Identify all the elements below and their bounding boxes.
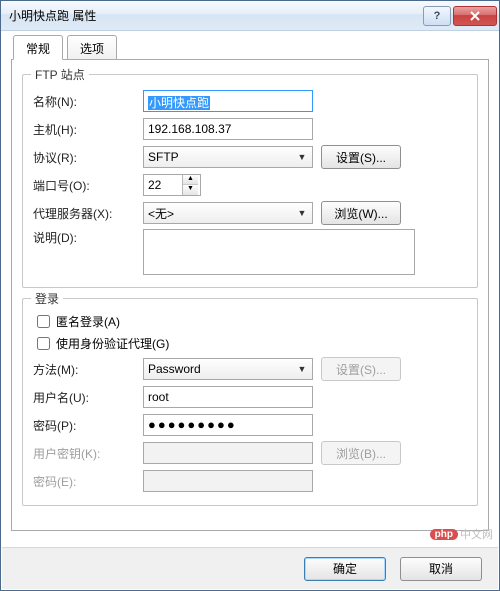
protocol-select[interactable]: SFTP ▼ bbox=[143, 146, 313, 168]
port-input[interactable] bbox=[144, 175, 182, 195]
protocol-label: 协议(R): bbox=[33, 149, 143, 166]
passphrase-label: 密码(E): bbox=[33, 473, 143, 490]
host-input[interactable] bbox=[143, 118, 313, 140]
chevron-down-icon: ▼ bbox=[294, 364, 310, 374]
tab-options[interactable]: 选项 bbox=[67, 35, 117, 60]
username-label: 用户名(U): bbox=[33, 389, 143, 406]
tabbar: 常规 选项 bbox=[11, 35, 489, 60]
ftp-site-group: FTP 站点 名称(N): 小明快点跑 主机(H): bbox=[22, 74, 478, 288]
login-legend: 登录 bbox=[31, 290, 63, 307]
proxy-label: 代理服务器(X): bbox=[33, 205, 143, 222]
password-input[interactable]: ●●●●●●●●● bbox=[143, 414, 313, 436]
proxy-select[interactable]: <无> ▼ bbox=[143, 202, 313, 224]
method-value: Password bbox=[148, 362, 201, 376]
login-group: 登录 匿名登录(A) 使用身份验证代理(G) 方法(M): Password ▼ bbox=[22, 298, 478, 506]
port-label: 端口号(O): bbox=[33, 177, 143, 194]
properties-window: 小明快点跑 属性 ? 常规 选项 FTP 站点 名称(N): 小明快点跑 bbox=[0, 0, 500, 591]
name-label: 名称(N): bbox=[33, 93, 143, 110]
passphrase-input bbox=[143, 470, 313, 492]
authproxy-checkbox-row[interactable]: 使用身份验证代理(G) bbox=[33, 334, 467, 353]
close-icon bbox=[469, 11, 481, 21]
help-button[interactable]: ? bbox=[423, 6, 451, 26]
userkey-browse-button: 浏览(B)... bbox=[321, 441, 401, 465]
tab-general[interactable]: 常规 bbox=[13, 35, 63, 60]
password-label: 密码(P): bbox=[33, 417, 143, 434]
spinner-buttons: ▲ ▼ bbox=[182, 175, 198, 195]
anonymous-checkbox-row[interactable]: 匿名登录(A) bbox=[33, 312, 467, 331]
method-label: 方法(M): bbox=[33, 361, 143, 378]
chevron-down-icon: ▼ bbox=[294, 152, 310, 162]
window-title: 小明快点跑 属性 bbox=[9, 7, 421, 24]
userkey-input bbox=[143, 442, 313, 464]
anonymous-label: 匿名登录(A) bbox=[56, 313, 120, 330]
method-select[interactable]: Password ▼ bbox=[143, 358, 313, 380]
description-label: 说明(D): bbox=[33, 229, 143, 246]
authproxy-checkbox[interactable] bbox=[37, 337, 50, 350]
tab-pane: FTP 站点 名称(N): 小明快点跑 主机(H): bbox=[11, 60, 489, 531]
description-textarea[interactable] bbox=[143, 229, 415, 275]
protocol-value: SFTP bbox=[148, 150, 179, 164]
chevron-down-icon: ▼ bbox=[294, 208, 310, 218]
ftp-legend: FTP 站点 bbox=[31, 66, 89, 83]
cancel-button[interactable]: 取消 bbox=[400, 557, 482, 581]
port-spinner[interactable]: ▲ ▼ bbox=[143, 174, 201, 196]
method-settings-button: 设置(S)... bbox=[321, 357, 401, 381]
username-input[interactable] bbox=[143, 386, 313, 408]
name-selection: 小明快点跑 bbox=[148, 96, 210, 110]
spinner-up[interactable]: ▲ bbox=[183, 175, 198, 185]
name-input[interactable]: 小明快点跑 bbox=[143, 90, 313, 112]
close-button[interactable] bbox=[453, 6, 497, 26]
proxy-browse-button[interactable]: 浏览(W)... bbox=[321, 201, 401, 225]
host-label: 主机(H): bbox=[33, 121, 143, 138]
ok-button[interactable]: 确定 bbox=[304, 557, 386, 581]
anonymous-checkbox[interactable] bbox=[37, 315, 50, 328]
titlebar: 小明快点跑 属性 ? bbox=[1, 1, 499, 31]
spinner-down[interactable]: ▼ bbox=[183, 185, 198, 195]
dialog-body: 常规 选项 FTP 站点 名称(N): 小明快点跑 主机(H): bbox=[1, 31, 499, 531]
tab-divider bbox=[11, 59, 489, 60]
footer: 确定 取消 bbox=[2, 547, 498, 589]
authproxy-label: 使用身份验证代理(G) bbox=[56, 335, 169, 352]
proxy-value: <无> bbox=[148, 205, 174, 222]
protocol-settings-button[interactable]: 设置(S)... bbox=[321, 145, 401, 169]
userkey-label: 用户密钥(K): bbox=[33, 445, 143, 462]
